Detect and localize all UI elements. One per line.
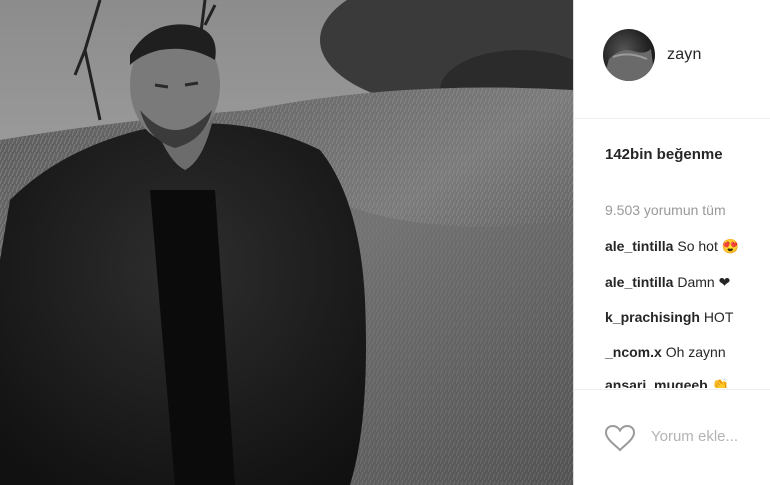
comment-item: ansari_mugeeb 👏 (605, 377, 729, 388)
comment-text: Damn ❤ (677, 274, 731, 290)
comment-username[interactable]: _ncom.x (605, 344, 662, 360)
comment-username[interactable]: k_prachisingh (605, 309, 700, 325)
post-side-panel: zayn 142bin beğenme 9.503 yorumun tüm al… (574, 0, 770, 485)
comment-item: ale_tintilla So hot 😍 (605, 238, 739, 255)
likes-count[interactable]: 142bin beğenme (605, 146, 723, 163)
comment-username[interactable]: ale_tintilla (605, 274, 673, 290)
comment-text: Oh zaynn (665, 344, 726, 360)
post-photo-image (0, 0, 573, 485)
comment-text: 👏 (711, 377, 730, 388)
comment-item: k_prachisingh HOT (605, 309, 733, 325)
comment-item: ale_tintilla Damn ❤ (605, 274, 730, 291)
add-comment-input[interactable]: Yorum ekle... (651, 428, 738, 445)
comment-text: HOT (703, 309, 734, 325)
comment-item: _ncom.x Oh zaynn (605, 344, 726, 360)
comment-username[interactable]: ale_tintilla (605, 238, 673, 254)
view-all-comments-link[interactable]: 9.503 yorumun tüm (605, 202, 726, 218)
heart-outline-icon[interactable] (604, 424, 636, 452)
comment-username[interactable]: ansari_mugeeb (605, 377, 708, 388)
post-photo (0, 0, 573, 485)
comment-text: So hot 😍 (677, 238, 740, 254)
comments-divider (574, 389, 770, 390)
comments-section: 142bin beğenme 9.503 yorumun tüm ale_tin… (574, 0, 770, 388)
